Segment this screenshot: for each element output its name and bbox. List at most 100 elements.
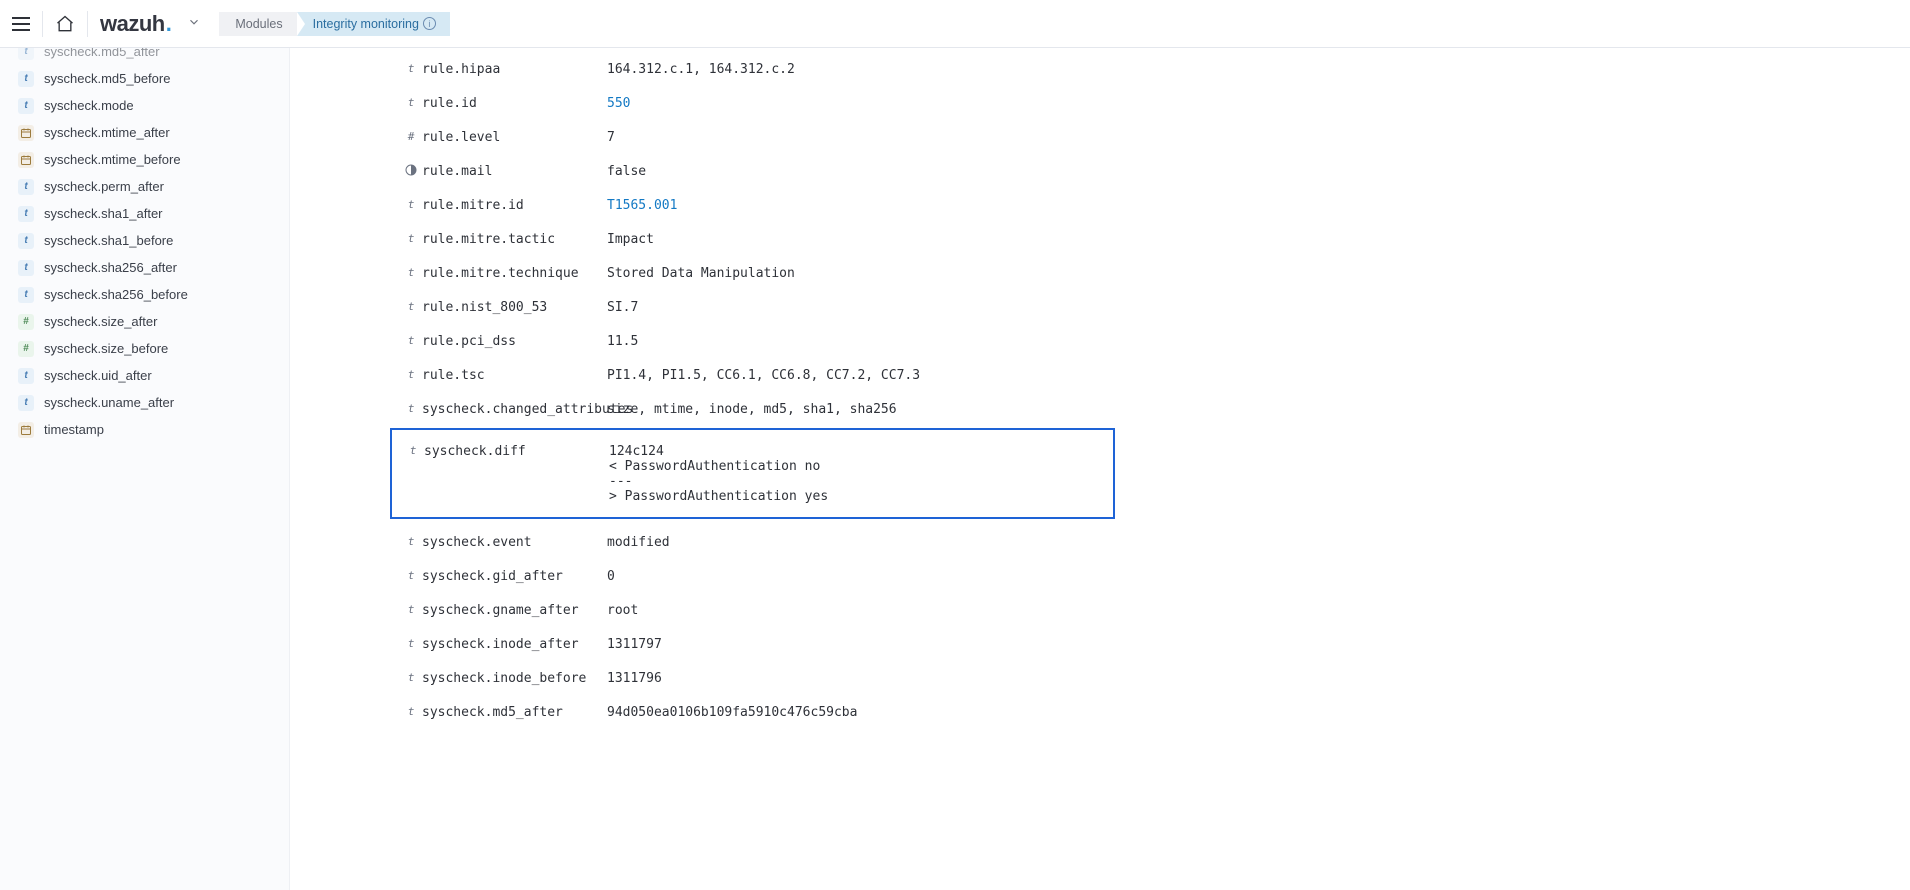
- detail-key: syscheck.event: [422, 534, 607, 550]
- field-item[interactable]: t syscheck.mode: [18, 92, 279, 119]
- detail-key: rule.level: [422, 129, 607, 145]
- detail-value[interactable]: T1565.001: [607, 197, 677, 213]
- detail-row: trule.mitre.techniqueStored Data Manipul…: [290, 256, 1910, 290]
- detail-key: syscheck.changed_attributes: [422, 401, 607, 417]
- breadcrumb-active[interactable]: Integrity monitoring i: [297, 12, 450, 36]
- brand-text: wazuh: [100, 11, 165, 37]
- number-field-icon: #: [18, 314, 34, 330]
- text-field-icon: t: [18, 206, 34, 222]
- boolean-type-icon: [400, 163, 422, 179]
- field-item[interactable]: tsyscheck.sha1_after: [18, 200, 279, 227]
- fields-panel: tsyscheck.md5_aftertsyscheck.md5_beforet…: [0, 48, 290, 890]
- field-label: syscheck.mtime_after: [44, 125, 170, 140]
- detail-row: trule.pci_dss11.5: [290, 324, 1910, 358]
- breadcrumb-modules-label: Modules: [235, 16, 282, 32]
- brand-logo[interactable]: wazuh.: [100, 11, 171, 37]
- field-label: syscheck.mode: [44, 98, 134, 113]
- breadcrumb: Modules Integrity monitoring i: [219, 12, 450, 36]
- detail-row: trule.hipaa164.312.c.1, 164.312.c.2: [290, 52, 1910, 86]
- text-type-icon: t: [402, 443, 424, 457]
- highlighted-detail: tsyscheck.diff124c124 < PasswordAuthenti…: [390, 428, 1115, 519]
- detail-row: tsyscheck.diff124c124 < PasswordAuthenti…: [392, 434, 1113, 513]
- detail-value: SI.7: [607, 299, 638, 315]
- text-field-icon: t: [18, 71, 34, 87]
- detail-key: rule.mitre.technique: [422, 265, 607, 281]
- field-item[interactable]: t syscheck.uid_after: [18, 362, 279, 389]
- field-item[interactable]: tsyscheck.perm_after: [18, 173, 279, 200]
- field-label: syscheck.size_after: [44, 314, 157, 329]
- text-field-icon: t: [18, 98, 34, 114]
- detail-key: syscheck.gid_after: [422, 568, 607, 584]
- field-item[interactable]: # syscheck.size_after: [18, 308, 279, 335]
- detail-key: syscheck.gname_after: [422, 602, 607, 618]
- detail-value: 124c124 < PasswordAuthentication no --- …: [609, 443, 828, 504]
- text-type-icon: t: [400, 568, 422, 582]
- detail-key: rule.mitre.tactic: [422, 231, 607, 247]
- detail-value: 94d050ea0106b109fa5910c476c59cba: [607, 704, 857, 720]
- detail-value: Stored Data Manipulation: [607, 265, 795, 281]
- field-label: syscheck.sha256_before: [44, 287, 188, 302]
- field-label: syscheck.md5_after: [44, 48, 160, 59]
- field-label: syscheck.uname_after: [44, 395, 174, 410]
- detail-key: syscheck.md5_after: [422, 704, 607, 720]
- text-field-icon: t: [18, 260, 34, 276]
- info-icon[interactable]: i: [423, 17, 436, 30]
- detail-value: root: [607, 602, 638, 618]
- field-item[interactable]: t syscheck.md5_before: [18, 65, 279, 92]
- detail-key: rule.id: [422, 95, 607, 111]
- text-type-icon: t: [400, 231, 422, 245]
- detail-value: 164.312.c.1, 164.312.c.2: [607, 61, 795, 77]
- detail-row: tsyscheck.inode_after1311797: [290, 627, 1910, 661]
- date-field-icon: [18, 152, 34, 168]
- detail-value[interactable]: 550: [607, 95, 630, 111]
- text-type-icon: t: [400, 95, 422, 109]
- hamburger-menu-icon[interactable]: [12, 17, 30, 31]
- topbar: wazuh. Modules Integrity monitoring i: [0, 0, 1910, 48]
- detail-row: trule.nist_800_53SI.7: [290, 290, 1910, 324]
- text-type-icon: t: [400, 704, 422, 718]
- field-label: syscheck.size_before: [44, 341, 168, 356]
- detail-value: 11.5: [607, 333, 638, 349]
- detail-row: tsyscheck.gname_afterroot: [290, 593, 1910, 627]
- breadcrumb-active-label: Integrity monitoring: [313, 16, 419, 32]
- divider: [87, 11, 88, 37]
- field-label: syscheck.sha1_before: [44, 233, 173, 248]
- text-type-icon: t: [400, 401, 422, 415]
- detail-key: syscheck.inode_before: [422, 670, 607, 686]
- detail-value: 1311796: [607, 670, 662, 686]
- field-item[interactable]: syscheck.mtime_before: [18, 146, 279, 173]
- home-icon[interactable]: [55, 14, 75, 34]
- field-label: syscheck.md5_before: [44, 71, 170, 86]
- field-item[interactable]: t syscheck.sha256_after: [18, 254, 279, 281]
- text-type-icon: t: [400, 265, 422, 279]
- field-label: syscheck.sha256_after: [44, 260, 177, 275]
- detail-row: tsyscheck.gid_after0: [290, 559, 1910, 593]
- field-label: syscheck.mtime_before: [44, 152, 181, 167]
- chevron-down-icon[interactable]: [187, 15, 201, 32]
- field-label: syscheck.uid_after: [44, 368, 152, 383]
- breadcrumb-modules[interactable]: Modules: [219, 12, 296, 36]
- field-item[interactable]: timestamp: [18, 416, 279, 443]
- detail-row: #rule.level7: [290, 120, 1910, 154]
- text-type-icon: t: [400, 636, 422, 650]
- detail-value: false: [607, 163, 646, 179]
- detail-row: tsyscheck.inode_before1311796: [290, 661, 1910, 695]
- field-item[interactable]: tsyscheck.md5_after: [18, 48, 279, 65]
- detail-key: rule.pci_dss: [422, 333, 607, 349]
- text-field-icon: t: [18, 368, 34, 384]
- field-item[interactable]: tsyscheck.uname_after: [18, 389, 279, 416]
- field-item[interactable]: t syscheck.sha1_before: [18, 227, 279, 254]
- text-type-icon: t: [400, 602, 422, 616]
- detail-row: trule.mitre.tacticImpact: [290, 222, 1910, 256]
- field-label: timestamp: [44, 422, 104, 437]
- detail-value: 7: [607, 129, 615, 145]
- detail-key: rule.hipaa: [422, 61, 607, 77]
- divider: [42, 11, 43, 37]
- detail-row: trule.mitre.idT1565.001: [290, 188, 1910, 222]
- field-item[interactable]: tsyscheck.sha256_before: [18, 281, 279, 308]
- body: tsyscheck.md5_aftertsyscheck.md5_beforet…: [0, 48, 1910, 890]
- text-field-icon: t: [18, 233, 34, 249]
- field-item[interactable]: #syscheck.size_before: [18, 335, 279, 362]
- field-item[interactable]: syscheck.mtime_after: [18, 119, 279, 146]
- detail-value: 1311797: [607, 636, 662, 652]
